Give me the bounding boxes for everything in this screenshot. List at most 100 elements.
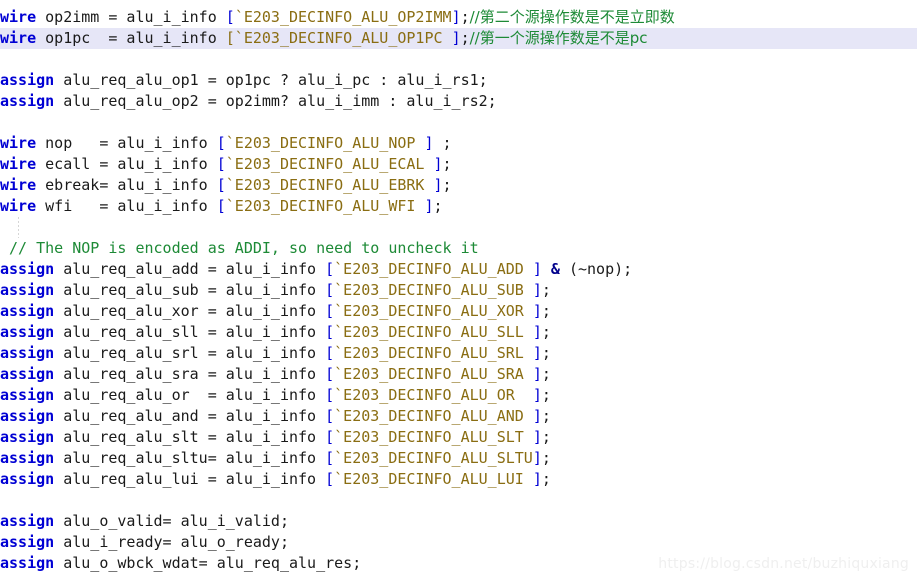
code-token-kw: assign bbox=[0, 533, 55, 551]
code-line[interactable]: assign alu_req_alu_sra = alu_i_info [`E2… bbox=[0, 364, 917, 385]
code-token-plain: ; bbox=[541, 428, 551, 446]
code-line[interactable]: wire ebreak= alu_i_info [`E203_DECINFO_A… bbox=[0, 175, 917, 196]
code-token-plain: nop = alu_i_info bbox=[36, 134, 217, 152]
code-token-plain: op2imm = alu_i_info bbox=[36, 8, 226, 26]
code-line[interactable]: wire ecall = alu_i_info [`E203_DECINFO_A… bbox=[0, 154, 917, 175]
code-token-plain: alu_req_alu_slt = alu_i_info bbox=[54, 428, 326, 446]
code-token-plain: ; bbox=[541, 449, 551, 467]
code-line[interactable]: assign alu_req_alu_xor = alu_i_info [`E2… bbox=[0, 301, 917, 322]
code-token-plain: (~nop); bbox=[559, 260, 633, 278]
code-token-punct: ] bbox=[532, 260, 542, 278]
code-line[interactable]: // The NOP is encoded as ADDI, so need t… bbox=[0, 238, 917, 259]
code-token-punct: ] bbox=[532, 344, 542, 362]
code-token-comment: // The NOP is encoded as ADDI, so need t… bbox=[0, 239, 479, 257]
code-token-plain: ; bbox=[541, 344, 551, 362]
code-line[interactable]: assign alu_req_alu_sltu= alu_i_info [`E2… bbox=[0, 448, 917, 469]
code-line[interactable]: assign alu_req_alu_lui = alu_i_info [`E2… bbox=[0, 469, 917, 490]
code-token-macro: [`E203_DECINFO_ALU_OP1PC bbox=[225, 29, 452, 47]
code-line[interactable]: wire op2imm = alu_i_info [`E203_DECINFO_… bbox=[0, 7, 917, 28]
code-line[interactable] bbox=[0, 217, 917, 238]
code-line[interactable]: assign alu_req_alu_srl = alu_i_info [`E2… bbox=[0, 343, 917, 364]
code-token-plain: alu_i_ready= alu_o_ready; bbox=[54, 533, 289, 551]
code-line[interactable]: assign alu_req_alu_add = alu_i_info [`E2… bbox=[0, 259, 917, 280]
code-line[interactable]: assign alu_req_alu_slt = alu_i_info [`E2… bbox=[0, 427, 917, 448]
code-token-punct: ] bbox=[532, 428, 542, 446]
code-token-kw: assign bbox=[0, 344, 55, 362]
code-token-macro: `E203_DECINFO_ALU_ECAL bbox=[225, 155, 434, 173]
code-content[interactable]: wire op2imm = alu_i_info [`E203_DECINFO_… bbox=[0, 7, 917, 574]
code-token-punct: ] bbox=[532, 449, 542, 467]
code-token-punct: ] bbox=[451, 8, 461, 26]
code-line[interactable]: wire nop = alu_i_info [`E203_DECINFO_ALU… bbox=[0, 133, 917, 154]
code-token-kw: assign bbox=[0, 71, 55, 89]
code-token-plain: alu_req_alu_sltu= alu_i_info bbox=[54, 449, 326, 467]
code-token-op: & bbox=[550, 260, 560, 278]
code-line[interactable]: assign alu_o_wbck_wdat= alu_req_alu_res; bbox=[0, 553, 917, 574]
code-line[interactable]: assign alu_req_alu_and = alu_i_info [`E2… bbox=[0, 406, 917, 427]
code-token-punct: ] bbox=[532, 302, 542, 320]
code-token-plain: ; bbox=[460, 8, 470, 26]
code-token-punct: ] bbox=[532, 470, 542, 488]
code-token-punct: ] bbox=[532, 386, 542, 404]
code-token-plain: alu_req_alu_sra = alu_i_info bbox=[54, 365, 326, 383]
code-line[interactable]: assign alu_req_alu_sll = alu_i_info [`E2… bbox=[0, 322, 917, 343]
code-token-plain: alu_req_alu_and = alu_i_info bbox=[54, 407, 326, 425]
code-line[interactable]: assign alu_req_alu_op1 = op1pc ? alu_i_p… bbox=[0, 70, 917, 91]
code-token-punct: ] bbox=[424, 134, 434, 152]
code-token-plain: ebreak= alu_i_info bbox=[36, 176, 217, 194]
code-line[interactable] bbox=[0, 112, 917, 133]
code-line[interactable]: assign alu_req_alu_sub = alu_i_info [`E2… bbox=[0, 280, 917, 301]
code-token-punct: [ bbox=[325, 260, 335, 278]
code-token-macro: `E203_DECINFO_ALU_SLT bbox=[334, 428, 533, 446]
code-token-plain: alu_o_valid= alu_i_valid; bbox=[54, 512, 289, 530]
code-token-kw: assign bbox=[0, 323, 55, 341]
code-token-plain: ; bbox=[541, 407, 551, 425]
code-token-plain: alu_req_alu_op1 = op1pc ? alu_i_pc : alu… bbox=[54, 71, 488, 89]
code-token-plain: alu_req_alu_sll = alu_i_info bbox=[54, 323, 326, 341]
code-token-punct: ] bbox=[532, 281, 542, 299]
code-token-plain: alu_req_alu_op2 = op2imm? alu_i_imm : al… bbox=[54, 92, 497, 110]
code-token-plain: ; bbox=[433, 197, 443, 215]
code-token-kw: assign bbox=[0, 92, 55, 110]
code-token-punct: ] bbox=[433, 176, 443, 194]
code-token-kw: assign bbox=[0, 428, 55, 446]
code-token-kw: assign bbox=[0, 554, 55, 572]
code-token-macro: `E203_DECINFO_ALU_SUB bbox=[334, 281, 533, 299]
code-token-macro: `E203_DECINFO_ALU_EBRK bbox=[225, 176, 434, 194]
code-line[interactable] bbox=[0, 49, 917, 70]
code-token-macro: `E203_DECINFO_ALU_SLTU bbox=[334, 449, 533, 467]
code-token-punct: [ bbox=[225, 8, 235, 26]
code-token-plain: ; bbox=[460, 29, 470, 47]
code-token-kw: assign bbox=[0, 386, 55, 404]
code-line[interactable]: wire op1pc = alu_i_info [`E203_DECINFO_A… bbox=[0, 28, 917, 49]
code-token-plain: alu_req_alu_xor = alu_i_info bbox=[54, 302, 326, 320]
code-token-kw: assign bbox=[0, 260, 55, 278]
code-line[interactable]: assign alu_req_alu_or = alu_i_info [`E20… bbox=[0, 385, 917, 406]
code-token-punct: [ bbox=[216, 155, 226, 173]
code-token-punct: ] bbox=[451, 29, 461, 47]
code-token-plain: alu_req_alu_srl = alu_i_info bbox=[54, 344, 326, 362]
code-token-punct: [ bbox=[325, 281, 335, 299]
code-token-punct: [ bbox=[216, 134, 226, 152]
code-token-punct: [ bbox=[325, 365, 335, 383]
code-token-plain: alu_req_alu_sub = alu_i_info bbox=[54, 281, 326, 299]
code-token-kw: wire bbox=[0, 155, 37, 173]
code-token-plain: ; bbox=[541, 365, 551, 383]
code-editor[interactable]: wire op2imm = alu_i_info [`E203_DECINFO_… bbox=[0, 0, 917, 578]
code-token-macro: `E203_DECINFO_ALU_WFI bbox=[225, 197, 425, 215]
code-token-macro: `E203_DECINFO_ALU_SLL bbox=[334, 323, 533, 341]
code-line[interactable]: assign alu_i_ready= alu_o_ready; bbox=[0, 532, 917, 553]
code-token-plain: ; bbox=[433, 134, 452, 152]
code-line[interactable]: assign alu_req_alu_op2 = op2imm? alu_i_i… bbox=[0, 91, 917, 112]
code-token-plain: ; bbox=[541, 281, 551, 299]
code-line[interactable]: assign alu_o_valid= alu_i_valid; bbox=[0, 511, 917, 532]
code-token-macro: `E203_DECINFO_ALU_SRA bbox=[334, 365, 533, 383]
code-token-kw: assign bbox=[0, 470, 55, 488]
code-token-plain: wfi = alu_i_info bbox=[36, 197, 217, 215]
code-token-plain: alu_req_alu_or = alu_i_info bbox=[54, 386, 326, 404]
code-token-punct: [ bbox=[216, 197, 226, 215]
code-token-plain: alu_o_wbck_wdat= alu_req_alu_res; bbox=[54, 554, 362, 572]
code-line[interactable]: wire wfi = alu_i_info [`E203_DECINFO_ALU… bbox=[0, 196, 917, 217]
code-line[interactable] bbox=[0, 490, 917, 511]
